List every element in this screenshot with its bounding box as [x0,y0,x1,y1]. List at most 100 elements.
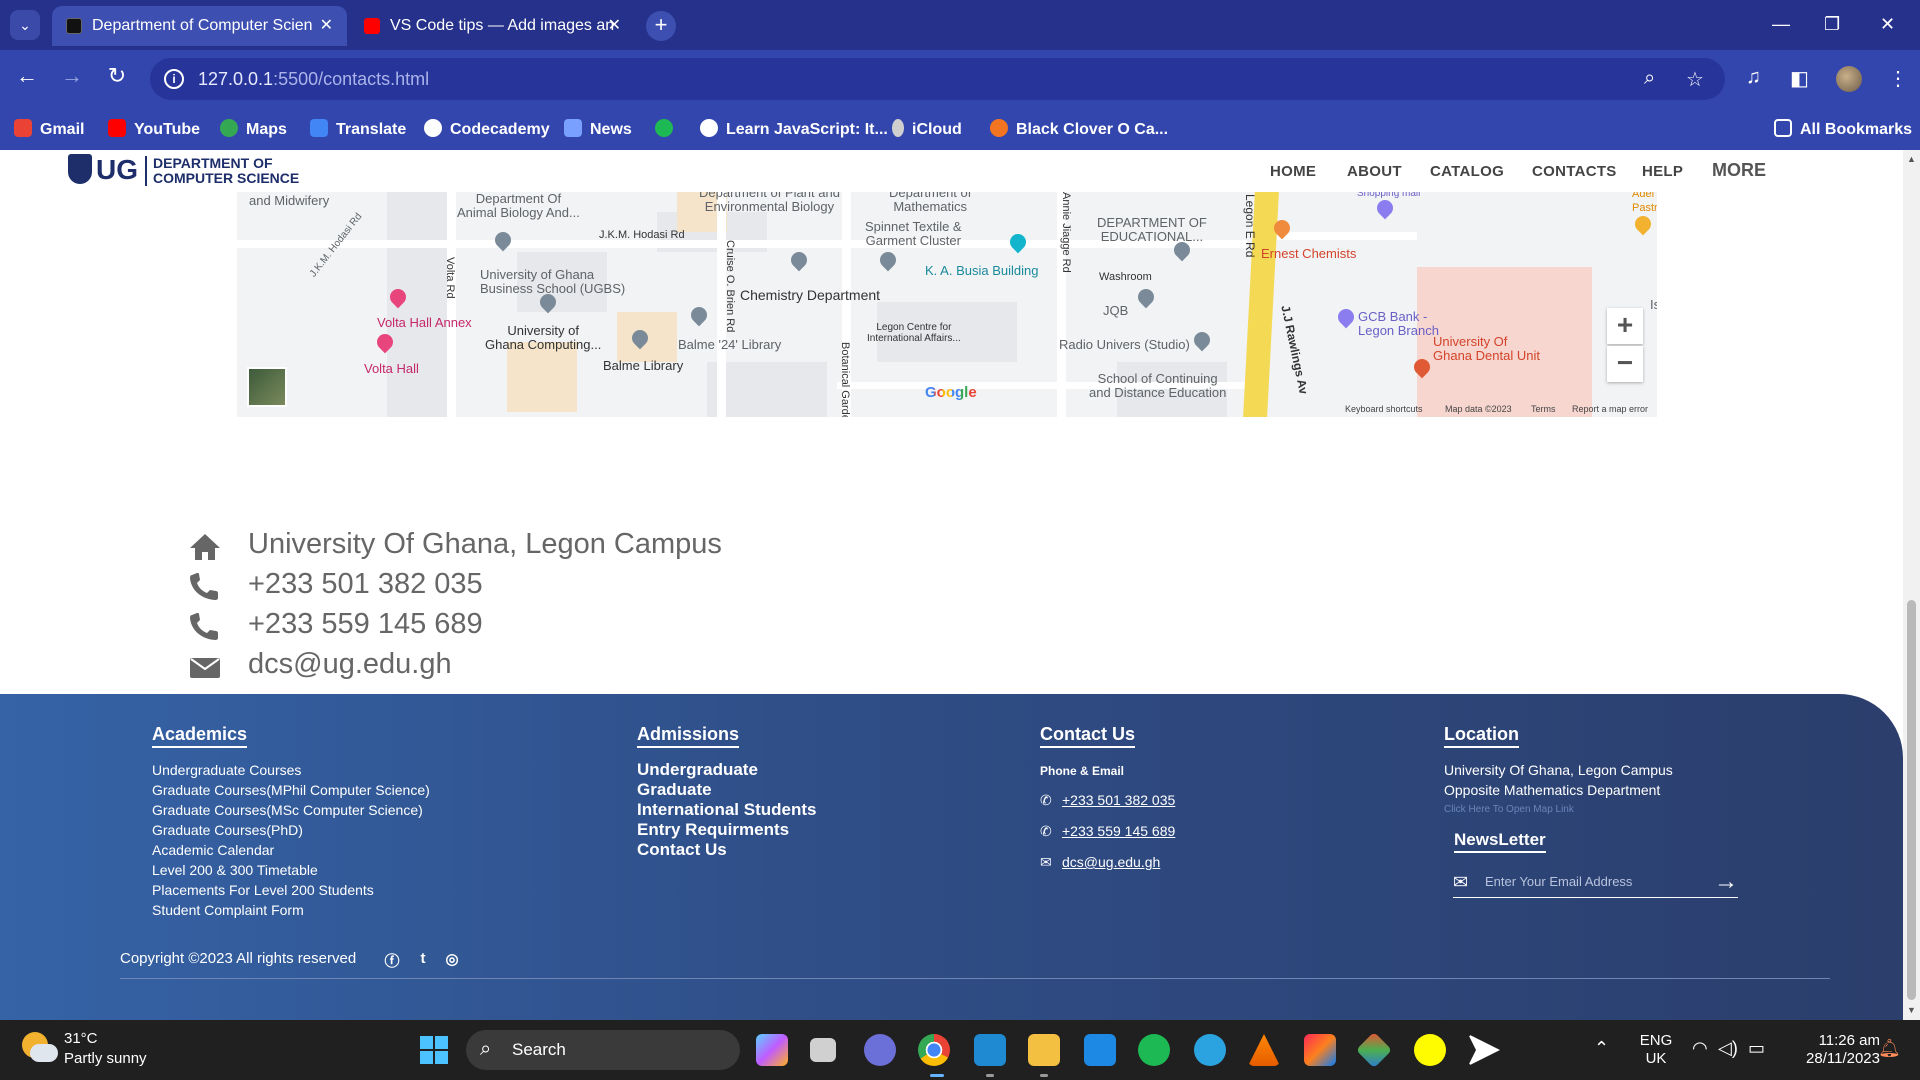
task-view-icon[interactable] [810,1038,836,1062]
bookmark-news[interactable]: News [564,119,632,139]
tab-department-of-computer-science[interactable]: Department of Computer Scien ✕ [52,6,347,46]
map-keyboard-shortcuts[interactable]: Keyboard shortcuts [1345,404,1423,414]
footer-map-link[interactable]: Click Here To Open Map Link [1444,804,1574,815]
footer-admissions-link[interactable]: Graduate [637,780,712,800]
satellite-toggle[interactable] [247,367,287,407]
wifi-icon[interactable]: ◠ [1692,1038,1708,1059]
menu-icon[interactable]: ⋮ [1888,66,1908,91]
facebook-icon[interactable]: ⓕ [383,950,401,971]
app-icon[interactable] [1468,1034,1500,1066]
clock[interactable]: 11:26 am 28/11/2023 [1780,1032,1880,1068]
copilot-icon[interactable] [756,1034,788,1066]
bookmark-codecademy[interactable]: Codecademy [424,119,550,139]
nav-help[interactable]: HELP [1642,163,1683,180]
profile-avatar[interactable] [1836,66,1862,92]
newsletter-email-field[interactable]: ✉ Enter Your Email Address → [1453,866,1738,898]
footer-email-link[interactable]: ✉ dcs@ug.edu.gh [1040,854,1160,871]
page-scrollbar[interactable]: ▲ ▼ [1903,150,1920,1020]
tab-search-button[interactable]: ⌄ [10,10,40,40]
bookmark-spotify[interactable] [655,119,681,139]
bookmark-learn-javascript[interactable]: Learn JavaScript: It... [700,119,888,139]
snapchat-icon[interactable] [1414,1034,1446,1066]
footer-academics-link[interactable]: Academic Calendar [152,842,274,858]
address-bar[interactable]: i 127.0.0.1:5500/contacts.html ⌕ ☆ [150,58,1725,100]
footer-phone-link[interactable]: ✆ +233 559 145 689 [1040,823,1175,840]
weather-icon[interactable] [22,1032,58,1068]
bookmark-youtube[interactable]: YouTube [108,119,200,139]
map-pin-icon[interactable] [687,303,711,327]
footer-academics-link[interactable]: Undergraduate Courses [152,762,301,778]
map-pin-icon[interactable] [1631,212,1655,236]
footer-academics-link[interactable]: Placements For Level 200 Students [152,882,374,898]
forward-icon[interactable]: → [57,63,87,89]
reload-icon[interactable]: ↻ [102,63,132,89]
footer-academics-link[interactable]: Student Complaint Form [152,902,304,918]
nav-catalog[interactable]: CATALOG [1430,163,1504,180]
nav-more[interactable]: MORE [1712,160,1766,181]
footer-admissions-link[interactable]: Entry Requirments [637,820,789,840]
map-zoom-in-button[interactable]: + [1607,308,1643,344]
side-panel-icon[interactable]: ◧ [1790,66,1809,91]
vscode-icon[interactable] [974,1034,1006,1066]
close-tab-icon[interactable]: ✕ [320,6,333,46]
twitter-icon[interactable]: t [414,950,432,967]
footer-academics-link[interactable]: Level 200 & 300 Timetable [152,862,318,878]
back-icon[interactable]: ← [12,63,42,89]
volume-icon[interactable]: ◁) [1718,1038,1738,1059]
footer-admissions-link[interactable]: Contact Us [637,840,727,860]
arrow-right-icon[interactable]: → [1714,868,1738,896]
scroll-thumb[interactable] [1907,600,1916,1000]
footer-academics-link[interactable]: Graduate Courses(MPhil Computer Science) [152,782,430,798]
teams-chat-icon[interactable] [864,1034,896,1066]
map-pin-icon[interactable] [876,248,900,272]
close-window-icon[interactable]: ✕ [1880,14,1895,35]
bookmark-black-clover[interactable]: Black Clover O Ca... [990,119,1168,139]
all-bookmarks[interactable]: All Bookmarks [1774,119,1912,139]
language-indicator[interactable]: ENG UK [1636,1032,1676,1068]
nav-about[interactable]: ABOUT [1347,163,1402,180]
file-explorer-icon[interactable] [1028,1034,1060,1066]
weather-temperature[interactable]: 31°C [64,1030,98,1047]
chevron-up-icon[interactable]: ⌃ [1594,1038,1609,1059]
scroll-down-icon[interactable]: ▼ [1907,1005,1916,1015]
site-info-icon[interactable]: i [164,69,184,89]
git-icon[interactable] [1355,1031,1393,1069]
app-icon[interactable] [1084,1034,1116,1066]
url-text[interactable]: 127.0.0.1:5500/contacts.html [198,69,429,90]
minimize-icon[interactable]: — [1772,14,1790,35]
vlc-icon[interactable] [1248,1034,1280,1066]
map-pin-icon[interactable] [1006,230,1030,254]
map-zoom-out-button[interactable]: − [1607,346,1643,382]
footer-phone-link[interactable]: ✆ +233 501 382 035 [1040,792,1175,809]
zoom-icon[interactable]: ⌕ [1644,67,1655,90]
chrome-icon[interactable] [918,1034,950,1066]
bookmark-gmail[interactable]: Gmail [14,119,84,139]
nav-home[interactable]: HOME [1270,163,1316,180]
restore-icon[interactable]: ❐ [1824,14,1840,35]
logo-ug[interactable]: UG [96,154,138,186]
footer-academics-link[interactable]: Graduate Courses(PhD) [152,822,303,838]
windows-start-icon[interactable] [420,1036,448,1064]
scroll-up-icon[interactable]: ▲ [1907,154,1916,164]
spotify-icon[interactable] [1138,1034,1170,1066]
media-control-icon[interactable]: ♫ [1746,66,1761,89]
footer-admissions-link[interactable]: Undergraduate [637,760,758,780]
close-tab-icon[interactable]: ✕ [608,6,621,46]
new-tab-button[interactable]: + [646,11,676,41]
footer-admissions-link[interactable]: International Students [637,800,816,820]
map-pin-icon[interactable] [1190,328,1214,352]
nav-contacts[interactable]: CONTACTS [1532,163,1617,180]
tab-vs-code-tips[interactable]: VS Code tips — Add images an ✕ [350,6,635,46]
map-pin-icon[interactable] [1334,305,1358,329]
bookmark-maps[interactable]: Maps [220,119,287,139]
logo-department-name[interactable]: DEPARTMENT OF COMPUTER SCIENCE [153,156,299,186]
weather-description[interactable]: Partly sunny [64,1050,147,1067]
bookmark-icloud[interactable]: iCloud [892,119,962,139]
notification-bell-icon[interactable]: 🔔︎ [1878,1038,1901,1059]
telegram-icon[interactable] [1194,1034,1226,1066]
map-pin-icon[interactable] [1134,285,1158,309]
bookmark-star-icon[interactable]: ☆ [1686,67,1704,92]
bookmark-translate[interactable]: Translate [310,119,406,139]
campus-map[interactable]: and Midwifery Department Of Animal Biolo… [237,192,1657,417]
map-pin-icon[interactable] [787,248,811,272]
